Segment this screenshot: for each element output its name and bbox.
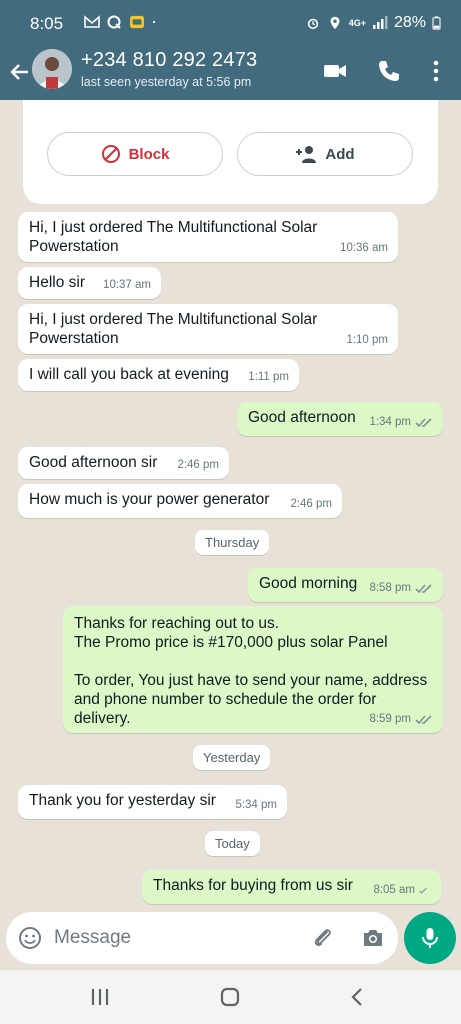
date-chip: Today: [205, 831, 260, 856]
q-icon: [107, 15, 121, 29]
more-vertical-icon[interactable]: [423, 58, 449, 84]
gmail-icon: [84, 15, 100, 28]
mic-button[interactable]: [404, 912, 456, 964]
message-time: 8:58 pm: [369, 582, 411, 594]
sent-tick-icon: [419, 887, 427, 894]
phone-icon[interactable]: [376, 58, 402, 84]
message-bubble[interactable]: Good morning 8:58 pm: [248, 568, 443, 602]
video-call-icon[interactable]: [322, 58, 348, 84]
message-bubble[interactable]: Thanks for reaching out to us. The Promo…: [63, 606, 443, 733]
signal-icon: [372, 16, 388, 29]
message-text: How much is your power generator: [29, 491, 270, 508]
alarm-icon: [307, 18, 318, 30]
back-arrow-icon[interactable]: [8, 60, 32, 84]
read-ticks-icon: [415, 418, 432, 428]
read-ticks-icon: [415, 715, 432, 725]
block-label: Block: [128, 145, 170, 163]
message-bubble[interactable]: Good afternoon sir 2:46 pm: [18, 447, 229, 479]
message-time: 5:34 pm: [235, 799, 277, 811]
message-bubble[interactable]: Good afternoon 1:34 pm: [237, 402, 443, 436]
status-time: 8:05: [30, 14, 64, 33]
contact-name[interactable]: +234 810 292 2473: [81, 49, 257, 72]
message-bubble[interactable]: How much is your power generator 2:46 pm: [18, 484, 342, 518]
message-time: 10:36 am: [340, 242, 388, 254]
message-bubble[interactable]: Thank you for yesterday sir 5:34 pm: [18, 785, 287, 819]
message-composer: [6, 912, 398, 964]
date-chip: Yesterday: [193, 745, 271, 770]
avatar[interactable]: [32, 49, 72, 89]
message-input[interactable]: [54, 924, 294, 952]
status-bar: 8:05 4G+ 28%: [0, 0, 461, 48]
app-icon: [130, 15, 144, 29]
message-time: 8:59 pm: [369, 713, 411, 725]
message-bubble[interactable]: Hi, I just ordered The Multifunctional S…: [18, 212, 398, 262]
message-bubble[interactable]: Thanks for buying from us sir 8:05 am: [142, 870, 441, 904]
read-ticks-icon: [415, 584, 432, 594]
date-chip: Thursday: [195, 530, 270, 555]
mic-icon: [422, 928, 438, 948]
add-person-icon: [296, 146, 317, 163]
message-time: 1:34 pm: [369, 416, 411, 428]
message-time: 1:10 pm: [346, 334, 388, 346]
unknown-contact-card: Block Add: [23, 100, 438, 204]
message-bubble[interactable]: Hi, I just ordered The Multifunctional S…: [18, 304, 398, 354]
block-icon: [101, 145, 120, 163]
message-time: 2:46 pm: [177, 459, 219, 471]
message-text: Hi, I just ordered The Multifunctional S…: [29, 219, 318, 255]
add-label: Add: [325, 145, 355, 163]
message-time: 2:46 pm: [290, 498, 332, 510]
battery-icon: [432, 16, 441, 30]
system-nav-bar: [0, 970, 461, 1024]
location-icon: [330, 16, 340, 30]
chat-area[interactable]: Block Add Hi, I just ordered The Multifu…: [0, 100, 461, 910]
message-time: 10:37 am: [103, 279, 151, 291]
battery-percent: 28%: [393, 14, 426, 31]
message-text: Hi, I just ordered The Multifunctional S…: [29, 311, 318, 347]
network-type: 4G+: [348, 18, 366, 28]
chat-header: +234 810 292 2473 last seen yesterday at…: [0, 48, 461, 100]
attach-icon[interactable]: [311, 926, 335, 950]
block-button[interactable]: Block: [47, 132, 223, 176]
message-bubble[interactable]: Hello sir 10:37 am: [18, 267, 161, 299]
camera-icon[interactable]: [361, 926, 385, 950]
add-contact-button[interactable]: Add: [237, 132, 413, 176]
emoji-icon[interactable]: [18, 926, 42, 950]
message-bubble[interactable]: I will call you back at evening 1:11 pm: [18, 359, 299, 391]
last-seen: last seen yesterday at 5:56 pm: [81, 75, 252, 89]
dot-icon: [152, 20, 156, 24]
back-icon[interactable]: [346, 985, 370, 1009]
message-time: 1:11 pm: [248, 371, 289, 383]
recent-apps-icon[interactable]: [88, 985, 112, 1009]
message-time: 8:05 am: [373, 884, 415, 896]
home-icon[interactable]: [218, 985, 242, 1009]
